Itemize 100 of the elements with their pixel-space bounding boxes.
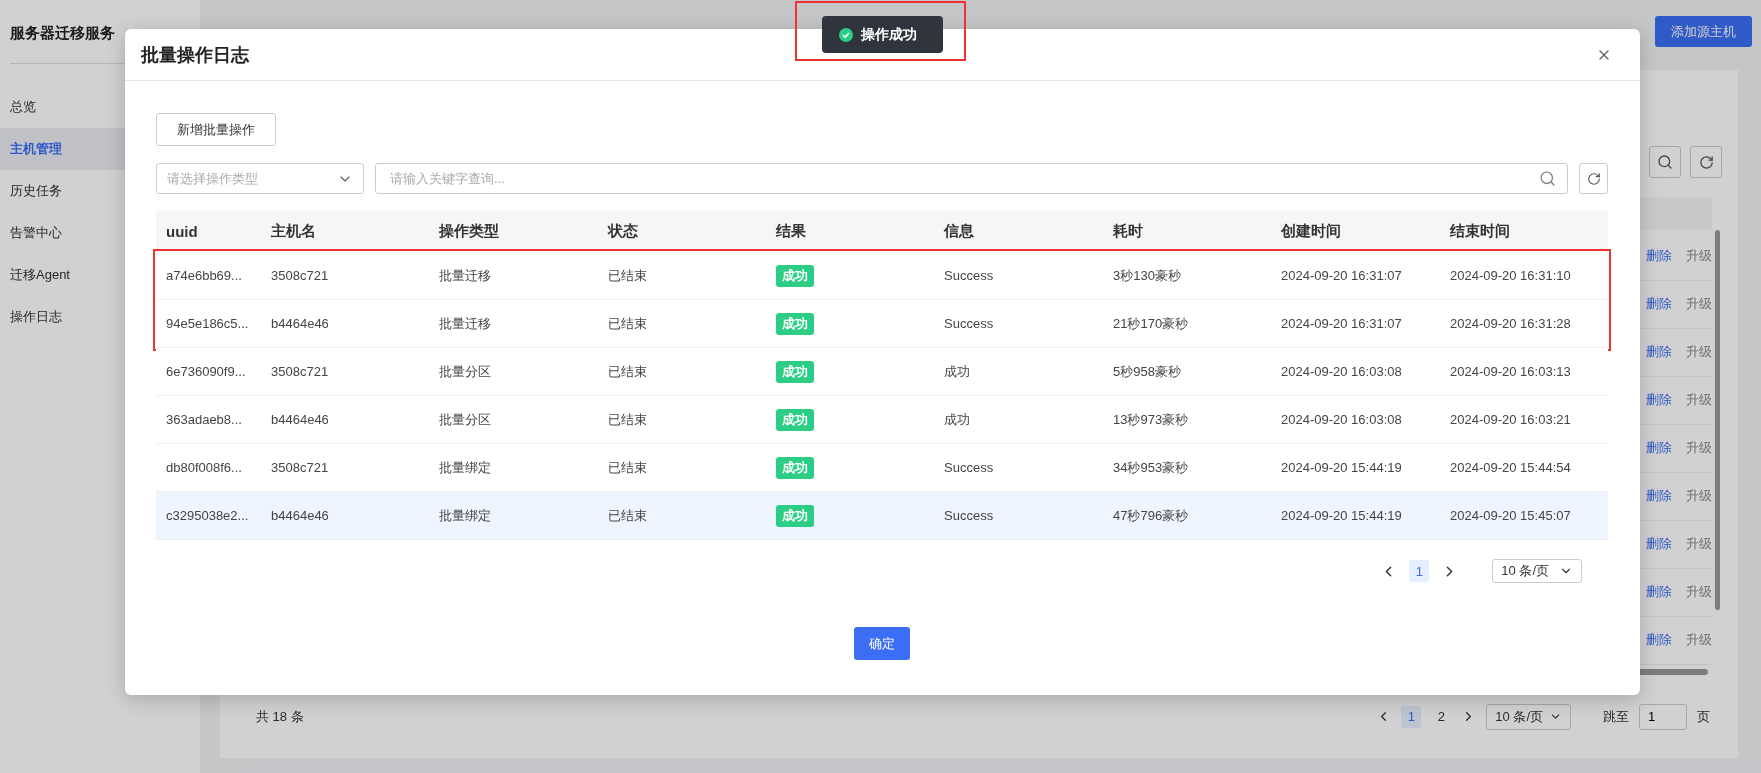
upgrade-link[interactable]: 升级 (1686, 296, 1712, 313)
delete-link[interactable]: 删除 (1646, 584, 1672, 601)
table-cell: 3508c721 (271, 268, 329, 283)
page-input[interactable]: 1 (1639, 703, 1687, 730)
table-cell: 已结束 (608, 266, 647, 285)
table-cell: 2024-09-20 16:31:07 (1281, 316, 1402, 331)
table-cell: 3508c721 (271, 364, 329, 379)
table-cell: 5秒958豪秒 (1113, 362, 1181, 381)
table-cell: 成功 (944, 410, 970, 429)
status-badge: 成功 (776, 456, 814, 479)
table-cell: 批量迁移 (439, 266, 491, 285)
page-suffix: 页 (1697, 707, 1710, 726)
table-cell: 6e736090f9... (166, 364, 246, 379)
table-cell: a74e6bb69... (166, 268, 242, 283)
delete-link[interactable]: 删除 (1646, 296, 1672, 313)
table-cell: 2024-09-20 16:03:21 (1450, 412, 1571, 427)
table-cell: 13秒973豪秒 (1113, 410, 1189, 429)
status-badge: 成功 (776, 504, 814, 527)
column-header: uuid (165, 222, 199, 242)
table-cell: 已结束 (608, 362, 647, 381)
column-header: 耗时 (1112, 221, 1144, 241)
table-cell: 2024-09-20 16:03:08 (1281, 364, 1402, 379)
table-cell: 21秒170豪秒 (1113, 314, 1189, 333)
table-cell: 成功 (944, 362, 970, 381)
table-row[interactable]: 6e736090f9... 3508c721 批量分区 已结束 成功 成功 5秒958豪秒 2024-09-20 16:03:08 2024-09-20 16:03:13 (156, 348, 1608, 396)
table-cell: 已结束 (608, 458, 647, 477)
search-icon[interactable] (1539, 170, 1556, 187)
page-number[interactable]: 1 (1401, 705, 1422, 728)
table-cell: 已结束 (608, 410, 647, 429)
column-header: 主机名 (270, 221, 317, 241)
upgrade-link[interactable]: 升级 (1686, 488, 1712, 505)
delete-link[interactable]: 删除 (1646, 392, 1672, 409)
refresh-button[interactable] (1579, 163, 1608, 194)
table-cell: 47秒796豪秒 (1113, 506, 1189, 525)
column-header: 创建时间 (1280, 221, 1342, 241)
upgrade-link[interactable]: 升级 (1686, 248, 1712, 265)
table-cell: 已结束 (608, 314, 647, 333)
table-cell: 批量绑定 (439, 458, 491, 477)
column-header: 结果 (775, 221, 807, 241)
table-cell: 2024-09-20 15:44:19 (1281, 460, 1402, 475)
table-cell: 2024-09-20 15:45:07 (1450, 508, 1571, 523)
add-host-button[interactable]: 添加源主机 (1655, 16, 1752, 47)
scrollbar[interactable] (1715, 230, 1720, 610)
upgrade-link[interactable]: 升级 (1686, 536, 1712, 553)
table-cell: Success (944, 508, 994, 523)
table-cell: 批量绑定 (439, 506, 491, 525)
upgrade-link[interactable]: 升级 (1686, 632, 1712, 649)
refresh-icon (1586, 171, 1601, 186)
table-cell: Success (944, 460, 994, 475)
new-batch-button[interactable]: 新增批量操作 (156, 113, 276, 146)
total-count: 共 18 条 (256, 707, 305, 726)
delete-link[interactable]: 删除 (1646, 632, 1672, 649)
jump-label: 跳至 (1603, 707, 1629, 726)
confirm-button[interactable]: 确定 (854, 627, 910, 660)
delete-link[interactable]: 删除 (1646, 488, 1672, 505)
check-circle-icon (839, 27, 853, 42)
table-cell: 2024-09-20 16:31:10 (1450, 268, 1571, 283)
table-cell: b4464e46 (271, 412, 329, 427)
page-size-select[interactable]: 10 条/页 (1486, 703, 1571, 730)
type-select[interactable]: 请选择操作类型 (156, 163, 364, 194)
status-badge: 成功 (776, 312, 814, 335)
status-badge: 成功 (776, 360, 814, 383)
column-header: 操作类型 (438, 221, 500, 241)
delete-link[interactable]: 删除 (1646, 248, 1672, 265)
delete-link[interactable]: 删除 (1646, 344, 1672, 361)
table-cell: Success (944, 268, 994, 283)
table-cell: 3秒130豪秒 (1113, 266, 1181, 285)
search-field[interactable]: 请输入关键字查询... (375, 163, 1568, 194)
table-cell: 批量分区 (439, 410, 491, 429)
table-cell: 已结束 (608, 506, 647, 525)
page-number[interactable]: 2 (1431, 705, 1452, 728)
table-row[interactable]: c3295038e2... b4464e46 批量绑定 已结束 成功 Success 47秒796豪秒 2024-09-20 15:44:19 2024-09-20 15:45:07 (156, 492, 1608, 540)
table-cell: 34秒953豪秒 (1113, 458, 1189, 477)
page-number[interactable]: 1 (1409, 560, 1430, 582)
upgrade-link[interactable]: 升级 (1686, 392, 1712, 409)
search-button[interactable] (1649, 146, 1681, 178)
delete-link[interactable]: 删除 (1646, 536, 1672, 553)
table-cell: 2024-09-20 16:03:08 (1281, 412, 1402, 427)
toast-message: 操作成功 (861, 25, 917, 44)
table-cell: 批量迁移 (439, 314, 491, 333)
page-size-select[interactable]: 10 条/页 (1492, 559, 1582, 583)
column-header: 结束时间 (1449, 221, 1511, 241)
table-cell: b4464e46 (271, 316, 329, 331)
upgrade-link[interactable]: 升级 (1686, 344, 1712, 361)
table-cell: 363adaeb8... (166, 412, 242, 427)
upgrade-link[interactable]: 升级 (1686, 440, 1712, 457)
status-badge: 成功 (776, 408, 814, 431)
upgrade-link[interactable]: 升级 (1686, 584, 1712, 601)
table-cell: 2024-09-20 16:03:13 (1450, 364, 1571, 379)
delete-link[interactable]: 删除 (1646, 440, 1672, 457)
refresh-button[interactable] (1690, 146, 1722, 178)
status-badge: 成功 (776, 264, 814, 287)
table-cell: Success (944, 316, 994, 331)
table-cell: 94e5e186c5... (166, 316, 249, 331)
table-cell: 2024-09-20 15:44:54 (1450, 460, 1571, 475)
table-cell: 批量分区 (439, 362, 491, 381)
table-cell: db80f008f6... (166, 460, 242, 475)
table-cell: 2024-09-20 16:31:07 (1281, 268, 1402, 283)
table-cell: 2024-09-20 15:44:19 (1281, 508, 1402, 523)
table-cell: b4464e46 (271, 508, 329, 523)
